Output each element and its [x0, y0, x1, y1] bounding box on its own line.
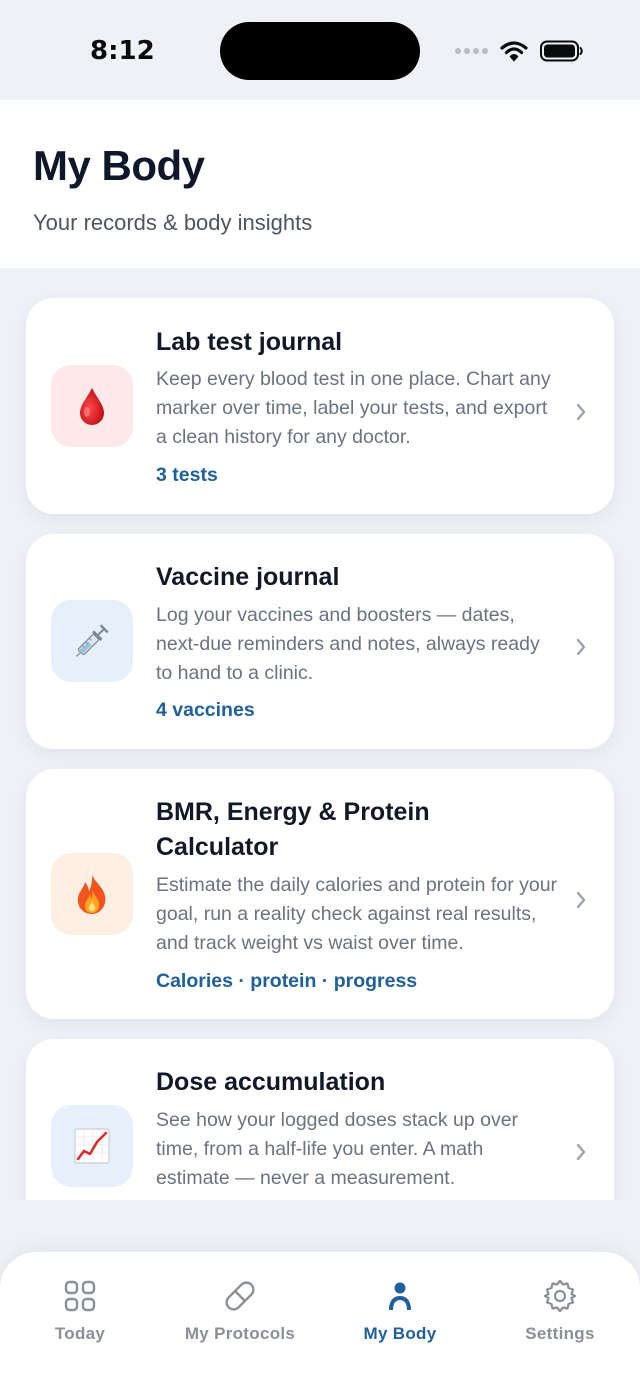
gear-icon: [543, 1279, 577, 1313]
lab-test-journal-card[interactable]: Lab test journal Keep every blood test i…: [26, 298, 614, 514]
fire-icon: [51, 853, 133, 935]
tab-label: Settings: [525, 1324, 595, 1343]
tab-my-protocols[interactable]: My Protocols: [160, 1278, 320, 1344]
pill-icon: [225, 1281, 255, 1311]
bmr-calculator-card[interactable]: BMR, Energy & Protein Calculator Estimat…: [26, 769, 614, 1019]
page-header: My Body Your records & body insights: [0, 100, 640, 268]
card-meta: 4 vaccines: [156, 699, 255, 721]
status-bar: 8:12: [0, 0, 640, 100]
card-description: Keep every blood test in one place. Char…: [156, 368, 551, 448]
battery-icon: [540, 40, 583, 62]
card-meta: 3 tests: [156, 464, 218, 486]
page-title: My Body: [33, 142, 205, 189]
chevron-right-icon: [576, 1143, 586, 1161]
card-title: BMR, Energy & Protein Calculator: [156, 798, 430, 861]
tab-settings[interactable]: Settings: [480, 1278, 640, 1344]
wifi-icon: [500, 41, 528, 62]
chevron-right-icon: [576, 891, 586, 909]
card-description: Log your vaccines and boosters — dates, …: [156, 604, 540, 684]
status-time: 8:12: [90, 36, 155, 66]
page-subtitle: Your records & body insights: [33, 210, 313, 235]
tab-bar: Today My Protocols My Body Settings: [0, 1252, 640, 1391]
card-title: Vaccine journal: [156, 563, 340, 591]
tab-today[interactable]: Today: [0, 1278, 160, 1344]
card-description: Estimate the daily calories and protein …: [156, 874, 558, 954]
dynamic-island: [220, 22, 420, 80]
cards-list: Lab test journal Keep every blood test i…: [0, 268, 640, 1200]
trend-chart-icon: [51, 1105, 133, 1187]
dose-accumulation-card[interactable]: Dose accumulation See how your logged do…: [26, 1039, 614, 1200]
tab-label: My Protocols: [184, 1324, 296, 1343]
tab-my-body[interactable]: My Body: [320, 1278, 480, 1344]
card-description: See how your logged doses stack up over …: [156, 1109, 519, 1189]
tab-label: My Body: [363, 1324, 437, 1343]
card-title: Dose accumulation: [156, 1068, 386, 1096]
cellular-signal-icon: [455, 48, 488, 54]
blood-drop-icon: [51, 365, 133, 447]
chevron-right-icon: [576, 403, 586, 421]
tab-label: Today: [54, 1324, 106, 1343]
chevron-right-icon: [576, 638, 586, 656]
card-meta: Calories · protein · progress: [156, 970, 418, 992]
status-indicators: [455, 38, 584, 64]
person-icon: [389, 1282, 411, 1310]
syringe-icon: [51, 600, 133, 682]
grid-icon: [64, 1280, 96, 1312]
card-title: Lab test journal: [156, 328, 343, 356]
vaccine-journal-card[interactable]: Vaccine journal Log your vaccines and bo…: [26, 534, 614, 749]
